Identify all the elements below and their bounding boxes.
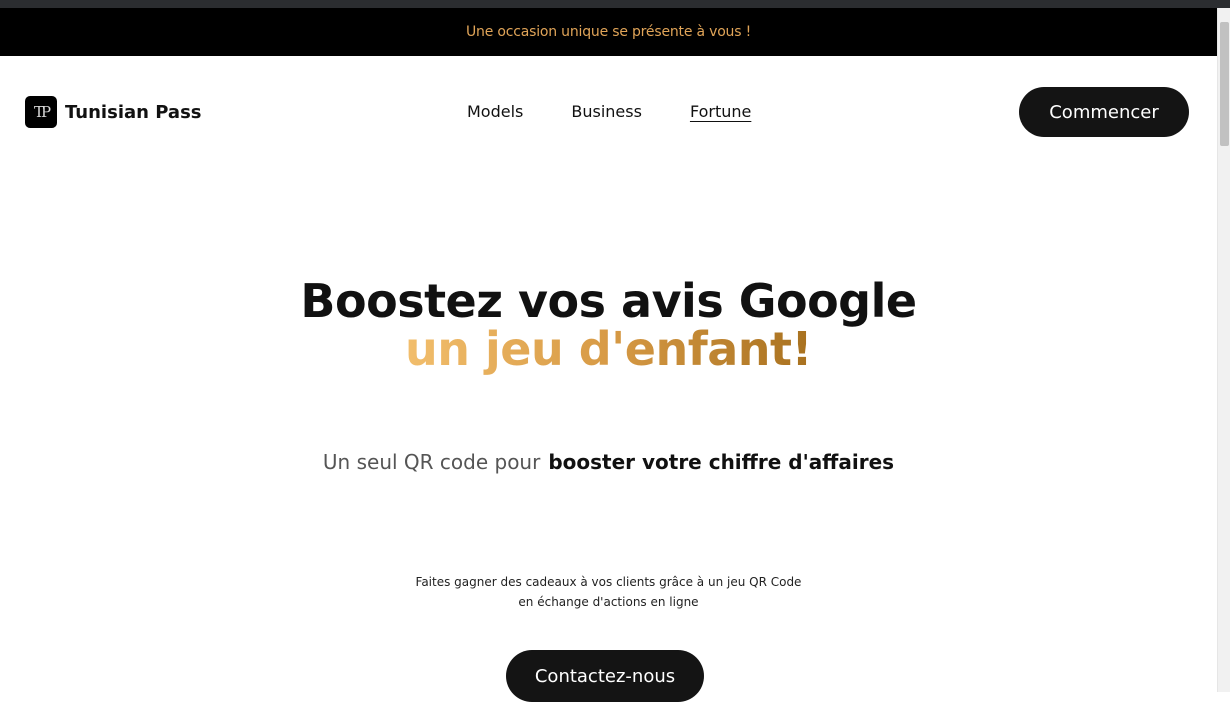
main-nav: Models Business Fortune [467,102,751,121]
hero-title: Boostez vos avis Google [300,274,917,328]
brand-link[interactable]: TP Tunisian Pass [25,96,202,128]
hero-subline: Un seul QR code pour booster votre chiffr… [0,450,1217,474]
nav-link-fortune[interactable]: Fortune [690,102,751,121]
nav-link-models[interactable]: Models [467,102,523,121]
contact-button[interactable]: Contactez-nous [506,650,704,702]
subline-light: Un seul QR code pour [322,450,541,474]
commencer-button[interactable]: Commencer [1019,87,1189,137]
subline-bold: booster votre chiffre d'affaires [548,450,895,474]
announcement-bar: Une occasion unique se présente à vous ! [0,8,1217,56]
description-line-2: en échange d'actions en ligne [518,595,699,609]
hero-description: Faites gagner des cadeaux à vos clients … [0,572,1217,612]
scrollbar-thumb[interactable] [1220,22,1229,146]
announcement-text: Une occasion unique se présente à vous ! [465,24,751,40]
browser-top-strip [0,0,1230,8]
brand-logo-icon: TP [25,96,57,128]
site-header: TP Tunisian Pass Models Business Fortune… [0,56,1217,168]
hero-accent-text: un jeu d'enfant! [405,322,812,376]
hero-accent-line: un jeu d'enfant! [0,324,1217,374]
brand-name: Tunisian Pass [65,101,202,123]
nav-link-business[interactable]: Business [571,102,642,121]
description-line-1: Faites gagner des cadeaux à vos clients … [415,575,802,589]
page-scrollbar[interactable] [1217,8,1230,692]
